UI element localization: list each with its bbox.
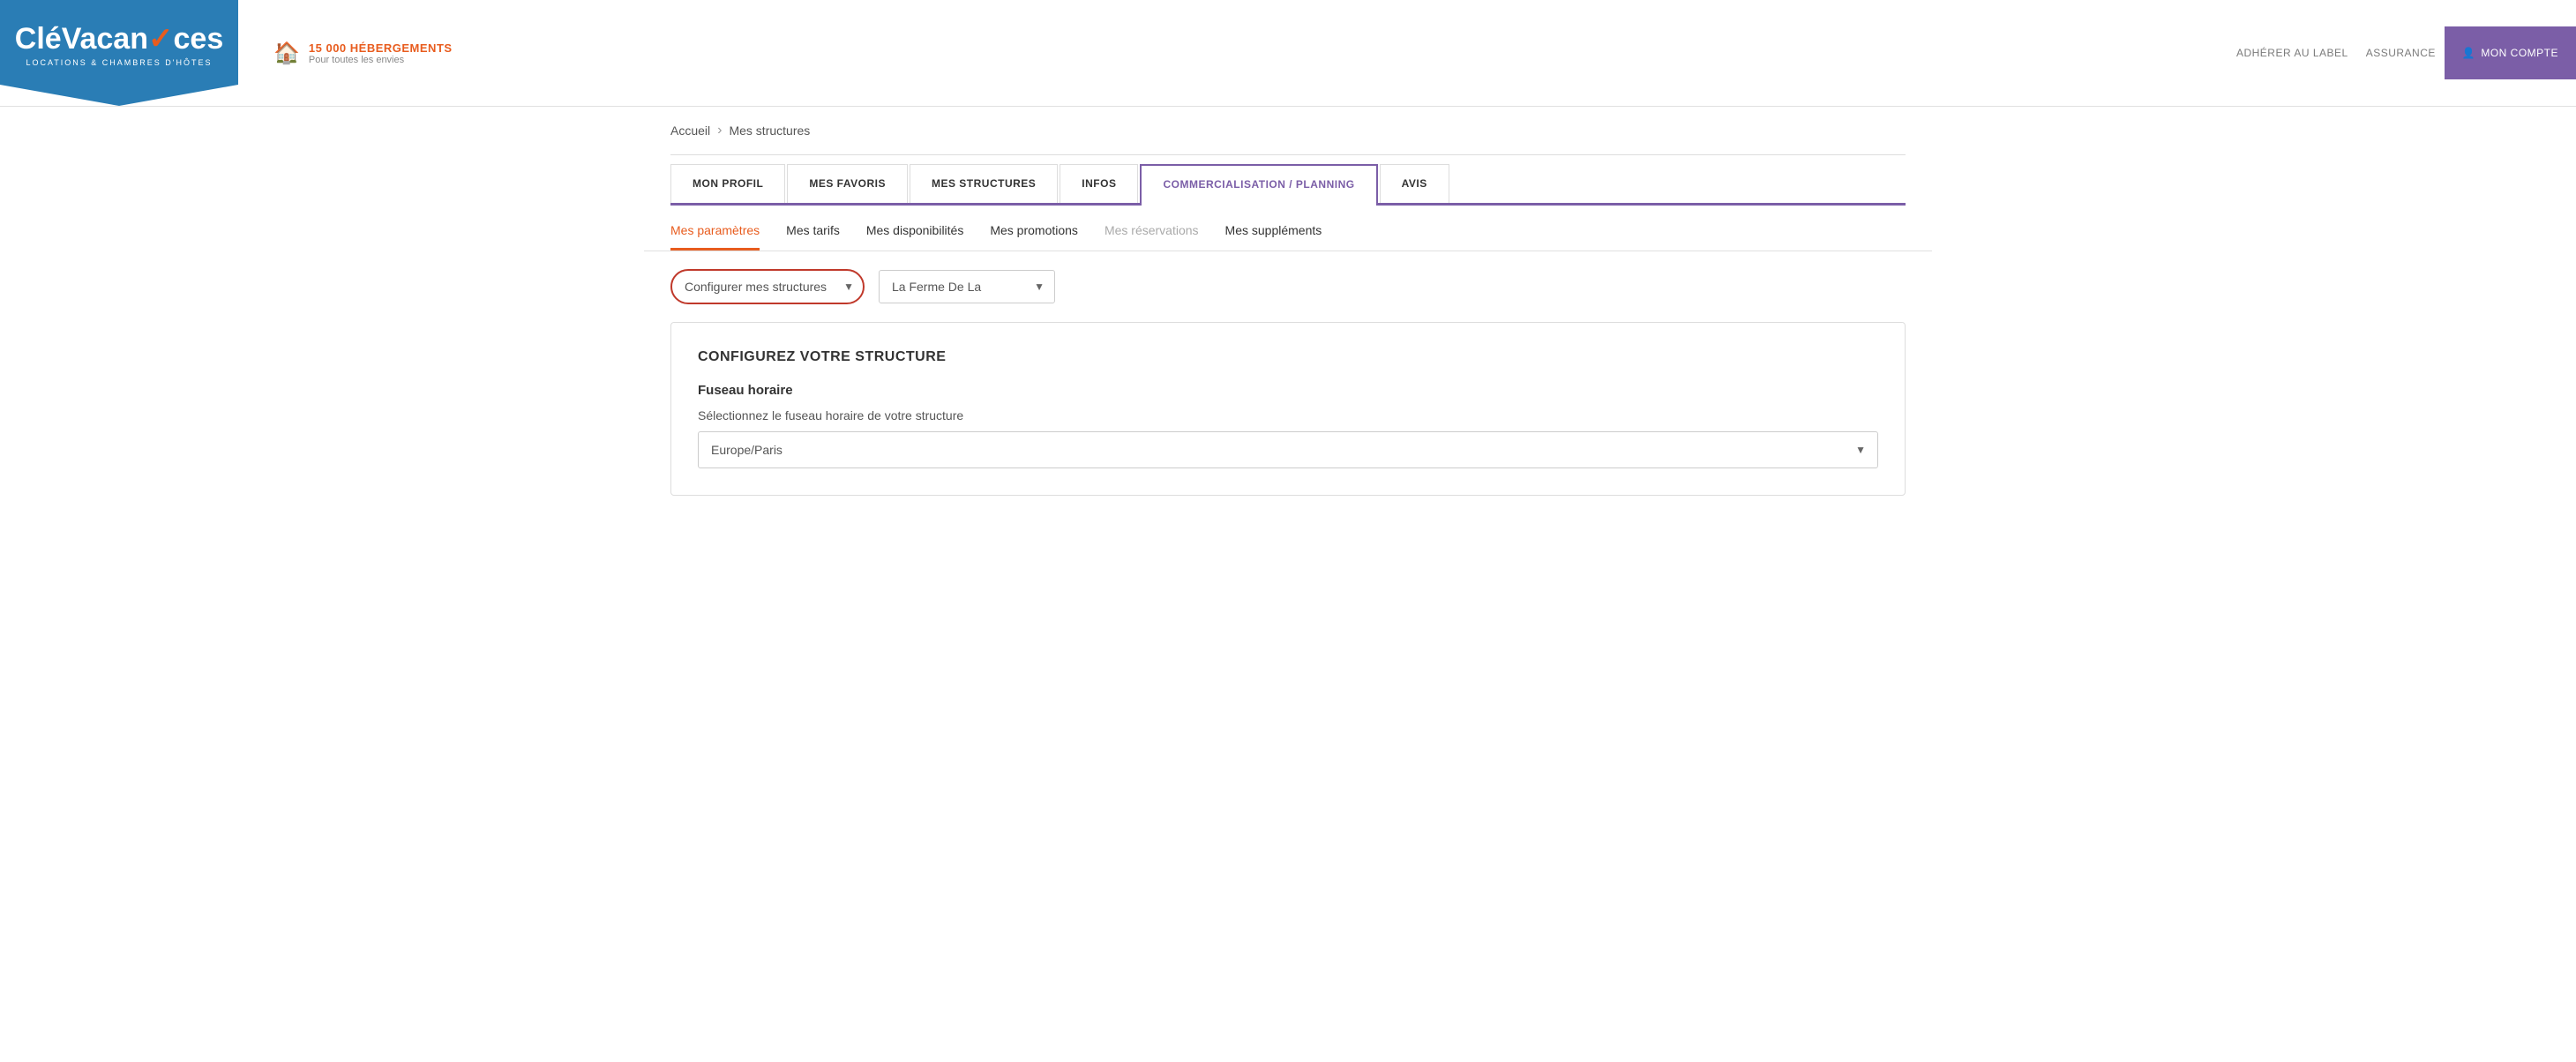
house-icon: 🏠 — [273, 41, 300, 66]
timezone-wrapper: Europe/Paris ▼ — [698, 431, 1878, 468]
hebergements-text: 15 000 HÉBERGEMENTS Pour toutes les envi… — [309, 41, 453, 65]
subtab-tarifs[interactable]: Mes tarifs — [786, 223, 840, 251]
top-nav: ADHÉRER AU LABEL ASSURANCE — [2236, 47, 2436, 59]
user-icon: 👤 — [2462, 47, 2475, 59]
adherer-link[interactable]: ADHÉRER AU LABEL — [2236, 47, 2348, 59]
subtab-promotions[interactable]: Mes promotions — [990, 223, 1078, 251]
logo: Clé Vacan✓ces LOCATIONS & CHAMBRES D'HÔT… — [0, 0, 238, 106]
subtab-disponibilites[interactable]: Mes disponibilités — [866, 223, 964, 251]
structure-config-wrapper: Configurer mes structures ▼ — [670, 269, 865, 304]
top-bar-right: 🏠 15 000 HÉBERGEMENTS Pour toutes les en… — [238, 0, 2576, 106]
timezone-select[interactable]: Europe/Paris — [698, 431, 1878, 468]
breadcrumb-current: Mes structures — [729, 123, 810, 138]
fuseau-label: Sélectionnez le fuseau horaire de votre … — [698, 408, 1878, 423]
page-wrapper: Accueil › Mes structures MON PROFIL MES … — [644, 107, 1932, 513]
structure-config-select[interactable]: Configurer mes structures — [670, 269, 865, 304]
sub-tabs: Mes paramètres Mes tarifs Mes disponibil… — [644, 206, 1932, 251]
tab-avis[interactable]: AVIS — [1380, 164, 1449, 203]
tab-mes-favoris[interactable]: MES FAVORIS — [787, 164, 908, 203]
top-bar: Clé Vacan✓ces LOCATIONS & CHAMBRES D'HÔT… — [0, 0, 2576, 107]
hebergements-info: 🏠 15 000 HÉBERGEMENTS Pour toutes les en… — [256, 41, 2236, 66]
subtab-supplements[interactable]: Mes suppléments — [1225, 223, 1322, 251]
tab-infos[interactable]: INFOS — [1060, 164, 1138, 203]
tab-commercialisation[interactable]: COMMERCIALISATION / PLANNING — [1140, 164, 1377, 206]
main-tabs: MON PROFIL MES FAVORIS MES STRUCTURES IN… — [670, 164, 1906, 206]
tab-mes-structures[interactable]: MES STRUCTURES — [910, 164, 1058, 203]
breadcrumb-separator: › — [717, 123, 722, 138]
breadcrumb-home[interactable]: Accueil — [670, 123, 710, 138]
property-select[interactable]: La Ferme De La — [879, 270, 1055, 303]
configure-card: CONFIGUREZ VOTRE STRUCTURE Fuseau horair… — [670, 322, 1906, 496]
logo-subtitle: LOCATIONS & CHAMBRES D'HÔTES — [26, 58, 212, 67]
configure-card-title: CONFIGUREZ VOTRE STRUCTURE — [698, 349, 1878, 365]
logo-ces: ces — [174, 22, 224, 56]
logo-check: ✓ — [148, 21, 174, 56]
hebergements-subtitle: Pour toutes les envies — [309, 55, 453, 65]
content-area: Configurer mes structures ▼ La Ferme De … — [644, 251, 1932, 513]
logo-cle: Clé — [15, 22, 62, 56]
mon-compte-button[interactable]: 👤 MON COMPTE — [2445, 26, 2576, 79]
fuseau-title: Fuseau horaire — [698, 383, 1878, 398]
logo-vacan: Vacan — [62, 22, 148, 56]
assurance-link[interactable]: ASSURANCE — [2366, 47, 2436, 59]
property-wrapper: La Ferme De La ▼ — [879, 269, 1055, 304]
subtab-reservations: Mes réservations — [1105, 223, 1199, 251]
hebergements-count: 15 000 HÉBERGEMENTS — [309, 41, 453, 55]
header-divider — [670, 154, 1906, 155]
subtab-parametres[interactable]: Mes paramètres — [670, 223, 760, 251]
breadcrumb: Accueil › Mes structures — [644, 107, 1932, 154]
tab-mon-profil[interactable]: MON PROFIL — [670, 164, 785, 203]
mon-compte-label: MON COMPTE — [2481, 47, 2558, 59]
dropdowns-row: Configurer mes structures ▼ La Ferme De … — [670, 269, 1906, 304]
